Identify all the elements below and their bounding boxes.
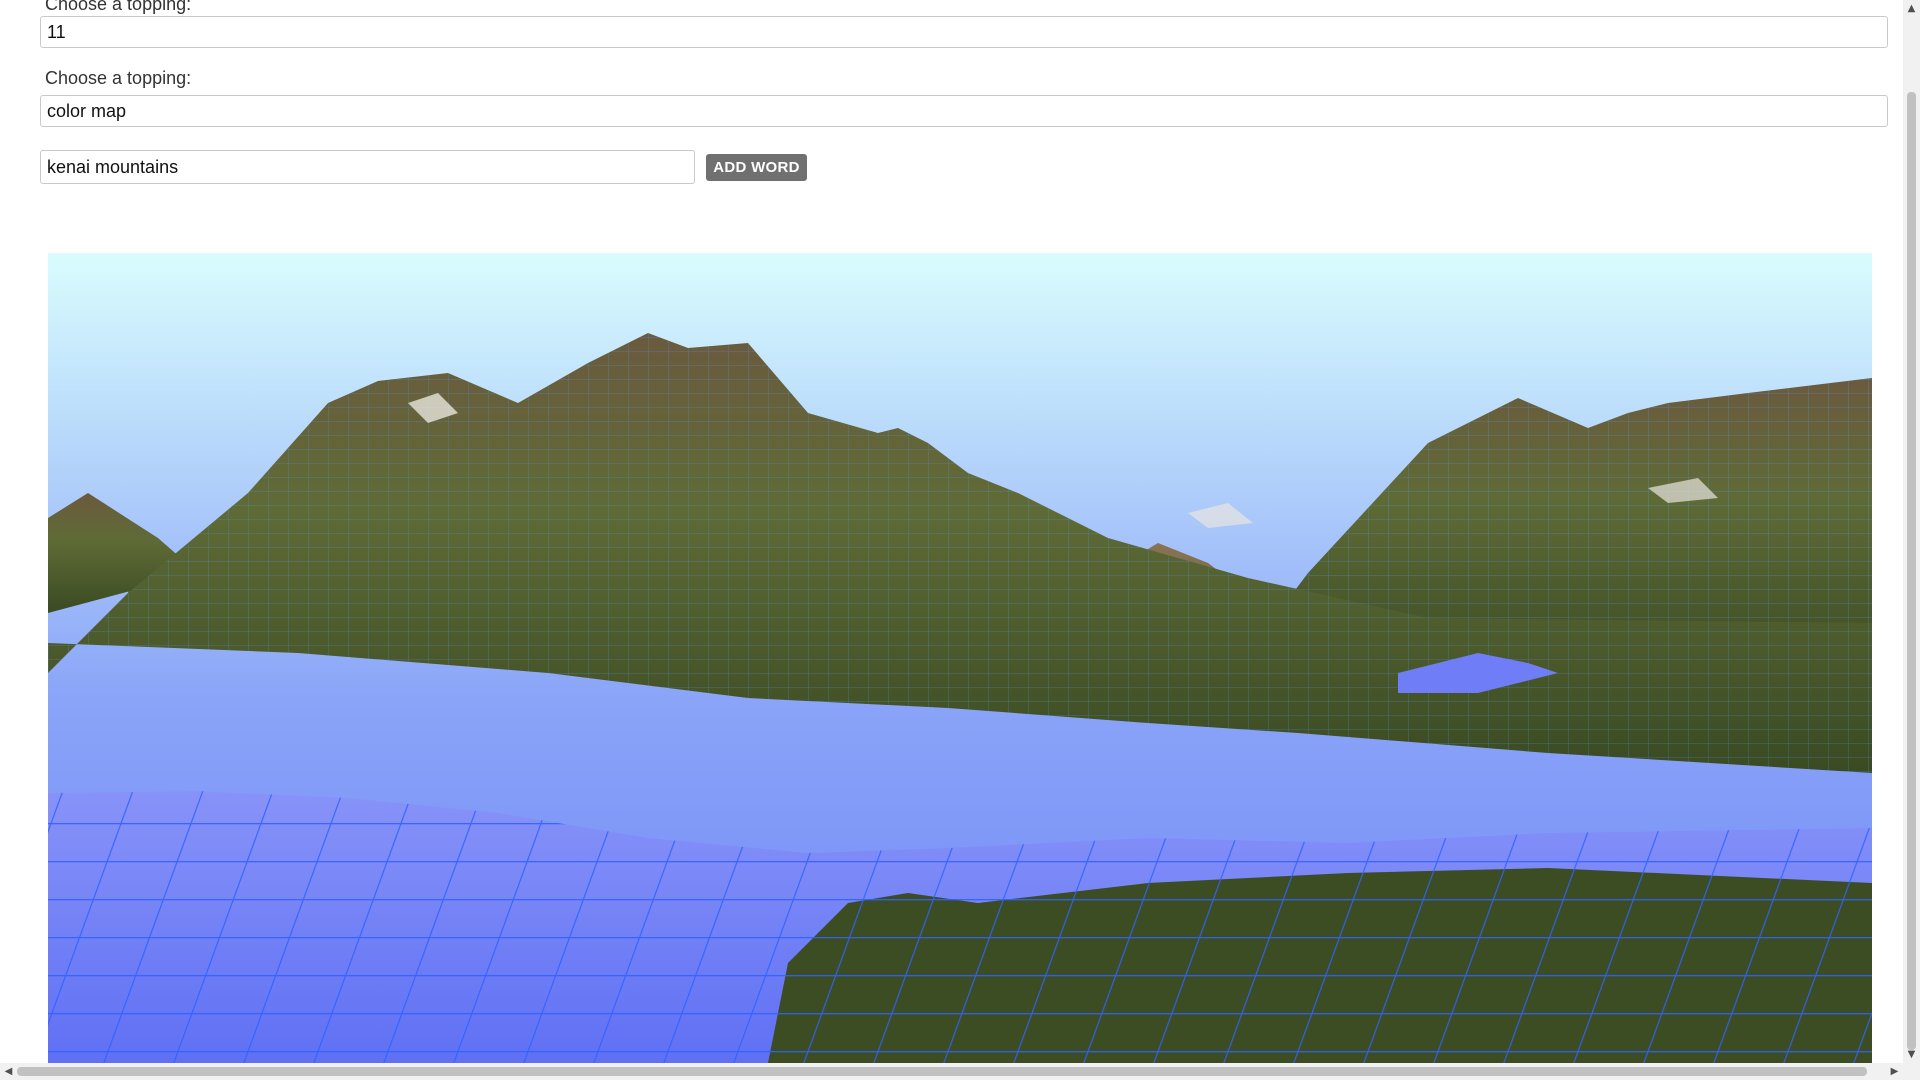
arrow-left-icon[interactable]: ◀ — [0, 1063, 17, 1080]
terrain-scene — [48, 253, 1872, 1063]
topping-label-2: Choose a topping: — [45, 68, 192, 88]
vertical-scroll-thumb[interactable] — [1907, 92, 1916, 1050]
arrow-up-icon[interactable]: ▲ — [1903, 0, 1920, 17]
arrow-right-icon[interactable]: ▶ — [1886, 1063, 1903, 1080]
terrain-canvas[interactable] — [48, 253, 1872, 1063]
topping-field-2[interactable] — [40, 95, 1888, 127]
word-input[interactable] — [40, 150, 695, 184]
topping-label-1: Choose a topping: — [45, 0, 192, 14]
vertical-scrollbar[interactable]: ▲ ▼ — [1903, 0, 1920, 1063]
add-word-button[interactable]: ADD WORD — [706, 154, 807, 181]
topping-field-1[interactable] — [40, 16, 1888, 48]
page: Choose a topping: Choose a topping: ADD … — [0, 0, 1920, 1080]
horizontal-scroll-thumb[interactable] — [17, 1067, 1867, 1076]
arrow-down-icon[interactable]: ▼ — [1903, 1046, 1920, 1063]
horizontal-scrollbar[interactable]: ◀ ▶ — [0, 1063, 1920, 1080]
